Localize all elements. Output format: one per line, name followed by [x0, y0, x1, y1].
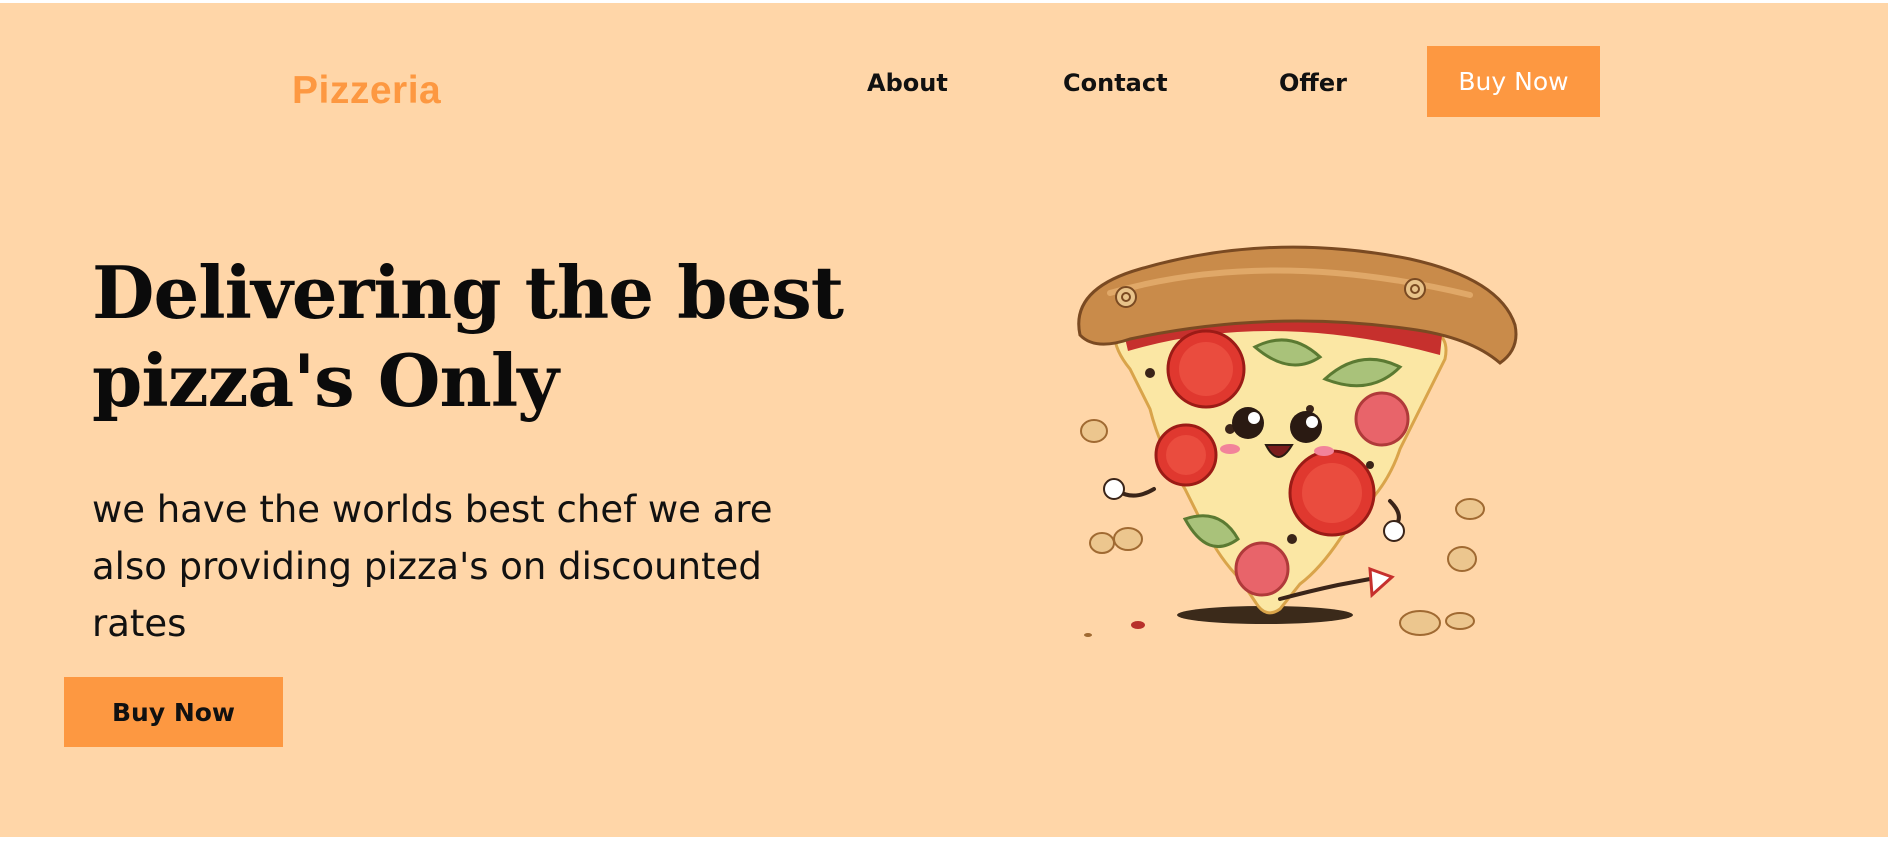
pizza-slice-mascot-illustration — [1077, 245, 1518, 637]
page: Pizzeria About Contact Offer Buy Now Del… — [0, 3, 1888, 837]
nav-buy-now-button[interactable]: Buy Now — [1427, 46, 1600, 117]
hero-description: we have the worlds best chef we are also… — [92, 488, 773, 645]
brand-logo[interactable]: Pizzeria — [292, 69, 441, 113]
nav-link-about[interactable]: About — [867, 69, 948, 97]
hero-buy-now-button[interactable]: Buy Now — [64, 677, 283, 747]
nav-link-contact[interactable]: Contact — [1063, 69, 1168, 97]
hero-title: Delivering the best pizza's Only — [92, 250, 844, 423]
nav-link-offer[interactable]: Offer — [1279, 69, 1347, 97]
